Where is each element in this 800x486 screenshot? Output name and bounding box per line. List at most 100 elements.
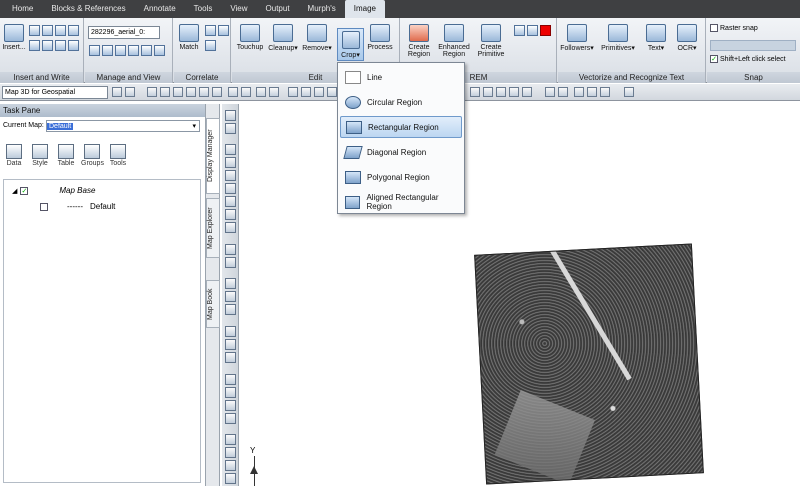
tool-ellipse-icon[interactable]	[225, 222, 236, 233]
map-table-icon[interactable]	[558, 87, 568, 97]
tool-extend-icon[interactable]	[225, 447, 236, 458]
map-base-checkbox[interactable]: ✓	[20, 186, 29, 195]
map-tool-1-icon[interactable]	[470, 87, 480, 97]
tool-globe-icon[interactable]	[225, 110, 236, 121]
zoom-previous-icon[interactable]	[327, 87, 337, 97]
tool-circle-icon[interactable]	[225, 123, 236, 134]
aerial-raster-image[interactable]	[474, 243, 704, 485]
create-primitive-button[interactable]: Create Primitive	[473, 24, 509, 58]
image-show-icon[interactable]	[115, 45, 126, 56]
map-zoom-icon[interactable]	[624, 87, 634, 97]
export-image-icon[interactable]	[68, 25, 79, 36]
save-image-icon[interactable]	[55, 25, 66, 36]
image-tools-icon[interactable]	[68, 40, 79, 51]
tool-text-icon[interactable]	[225, 278, 236, 289]
map-tool-9-icon[interactable]	[600, 87, 610, 97]
pan-icon[interactable]	[288, 87, 298, 97]
zoom-window-icon[interactable]	[314, 87, 324, 97]
table-button[interactable]: Table	[55, 144, 77, 167]
image-order-icon[interactable]	[141, 45, 152, 56]
tool-curve-icon[interactable]	[225, 209, 236, 220]
ocr-button[interactable]: OCR▾	[672, 24, 702, 52]
raster-snap-row[interactable]: Raster snap	[710, 24, 758, 32]
raster-snap-checkbox[interactable]	[710, 24, 718, 32]
cleanup-button[interactable]: Cleanup▾	[267, 24, 299, 52]
rem-copy-icon[interactable]	[514, 25, 525, 36]
publish-icon[interactable]	[212, 87, 222, 97]
groups-button[interactable]: Groups	[81, 144, 104, 167]
plot-preview-icon[interactable]	[199, 87, 209, 97]
tab-blocks-references[interactable]: Blocks & References	[42, 0, 134, 18]
map-tool-3-icon[interactable]	[496, 87, 506, 97]
tool-trim-icon[interactable]	[225, 434, 236, 445]
tab-output[interactable]: Output	[257, 0, 299, 18]
print-icon[interactable]	[186, 87, 196, 97]
enhanced-region-button[interactable]: Enhanced Region	[437, 24, 471, 58]
tool-arc-icon[interactable]	[225, 144, 236, 155]
tab-map-explorer[interactable]: Map Explorer	[206, 198, 220, 258]
tool-rotate-icon[interactable]	[225, 304, 236, 315]
menu-item-aligned-rectangular-region[interactable]: Aligned Rectangular Region	[340, 191, 462, 213]
shift-click-checkbox[interactable]: ✓	[710, 55, 718, 63]
tool-polygon-icon[interactable]	[225, 157, 236, 168]
match-button[interactable]: Match	[176, 24, 202, 51]
menu-item-line[interactable]: Line	[340, 66, 462, 88]
insert-button[interactable]: Insert...	[2, 24, 26, 51]
tool-array-icon[interactable]	[225, 413, 236, 424]
tab-home[interactable]: Home	[3, 0, 42, 18]
rem-color-icon[interactable]	[540, 25, 551, 36]
image-layers-icon[interactable]	[42, 40, 53, 51]
tool-pentagon-icon[interactable]	[225, 196, 236, 207]
tab-map-book[interactable]: Map Book	[206, 280, 220, 328]
tab-murphs[interactable]: Murph's	[299, 0, 345, 18]
tree-row-default[interactable]: ------ Default	[40, 202, 115, 211]
create-region-button[interactable]: Create Region	[403, 24, 435, 58]
tree-row-map-base[interactable]: ◢ ✓ Map Base	[12, 186, 95, 195]
map-tool-4-icon[interactable]	[509, 87, 519, 97]
redo-icon[interactable]	[269, 87, 279, 97]
tool-break-icon[interactable]	[225, 460, 236, 471]
remove-button[interactable]: Remove▾	[301, 24, 333, 52]
tab-image[interactable]: Image	[344, 0, 385, 18]
expand-icon[interactable]: ◢	[12, 187, 17, 195]
tab-tools[interactable]: Tools	[185, 0, 222, 18]
tab-display-manager[interactable]: Display Manager	[206, 118, 220, 194]
data-button[interactable]: Data	[3, 144, 25, 167]
workspace-combo[interactable]: Map 3D for Geospatial	[2, 86, 108, 99]
touchup-button[interactable]: Touchup	[234, 24, 266, 51]
menu-item-polygonal-region[interactable]: Polygonal Region	[340, 166, 462, 188]
shift-click-row[interactable]: ✓ Shift+Left click select	[710, 55, 786, 63]
image-info-icon[interactable]	[29, 40, 40, 51]
open-file-icon[interactable]	[160, 87, 170, 97]
tool-refresh-icon[interactable]	[225, 352, 236, 363]
menu-item-diagonal-region[interactable]: Diagonal Region	[340, 141, 462, 163]
map-tool-6-icon[interactable]	[545, 87, 555, 97]
cut-icon[interactable]	[228, 87, 238, 97]
style-button[interactable]: Style	[29, 144, 51, 167]
save-file-icon[interactable]	[173, 87, 183, 97]
tool-pencil-icon[interactable]	[225, 374, 236, 385]
undo-icon[interactable]	[256, 87, 266, 97]
tool-move-icon[interactable]	[225, 291, 236, 302]
tool-mirror-icon[interactable]	[225, 387, 236, 398]
new-file-icon[interactable]	[147, 87, 157, 97]
tool-clock-icon[interactable]	[225, 170, 236, 181]
current-map-select[interactable]: Default ▾	[46, 120, 200, 132]
process-button[interactable]: Process	[363, 24, 397, 51]
tool-point-icon[interactable]	[225, 244, 236, 255]
correlate-rubber-icon[interactable]	[205, 40, 216, 51]
tool-copy-icon[interactable]	[225, 339, 236, 350]
write-image-icon[interactable]	[42, 25, 53, 36]
image-hide-icon[interactable]	[128, 45, 139, 56]
rem-paste-icon[interactable]	[527, 25, 538, 36]
map-tool-7-icon[interactable]	[574, 87, 584, 97]
correlate-source-icon[interactable]	[205, 25, 216, 36]
workspace-settings-icon[interactable]	[112, 87, 122, 97]
default-layer-checkbox[interactable]	[40, 202, 48, 211]
tab-annotate[interactable]: Annotate	[135, 0, 185, 18]
followers-button[interactable]: Followers▾	[560, 24, 594, 52]
zoom-extents-icon[interactable]	[102, 45, 113, 56]
tool-pan-icon[interactable]	[225, 326, 236, 337]
tool-join-icon[interactable]	[225, 473, 236, 484]
crop-button[interactable]: Crop▾	[337, 28, 364, 61]
